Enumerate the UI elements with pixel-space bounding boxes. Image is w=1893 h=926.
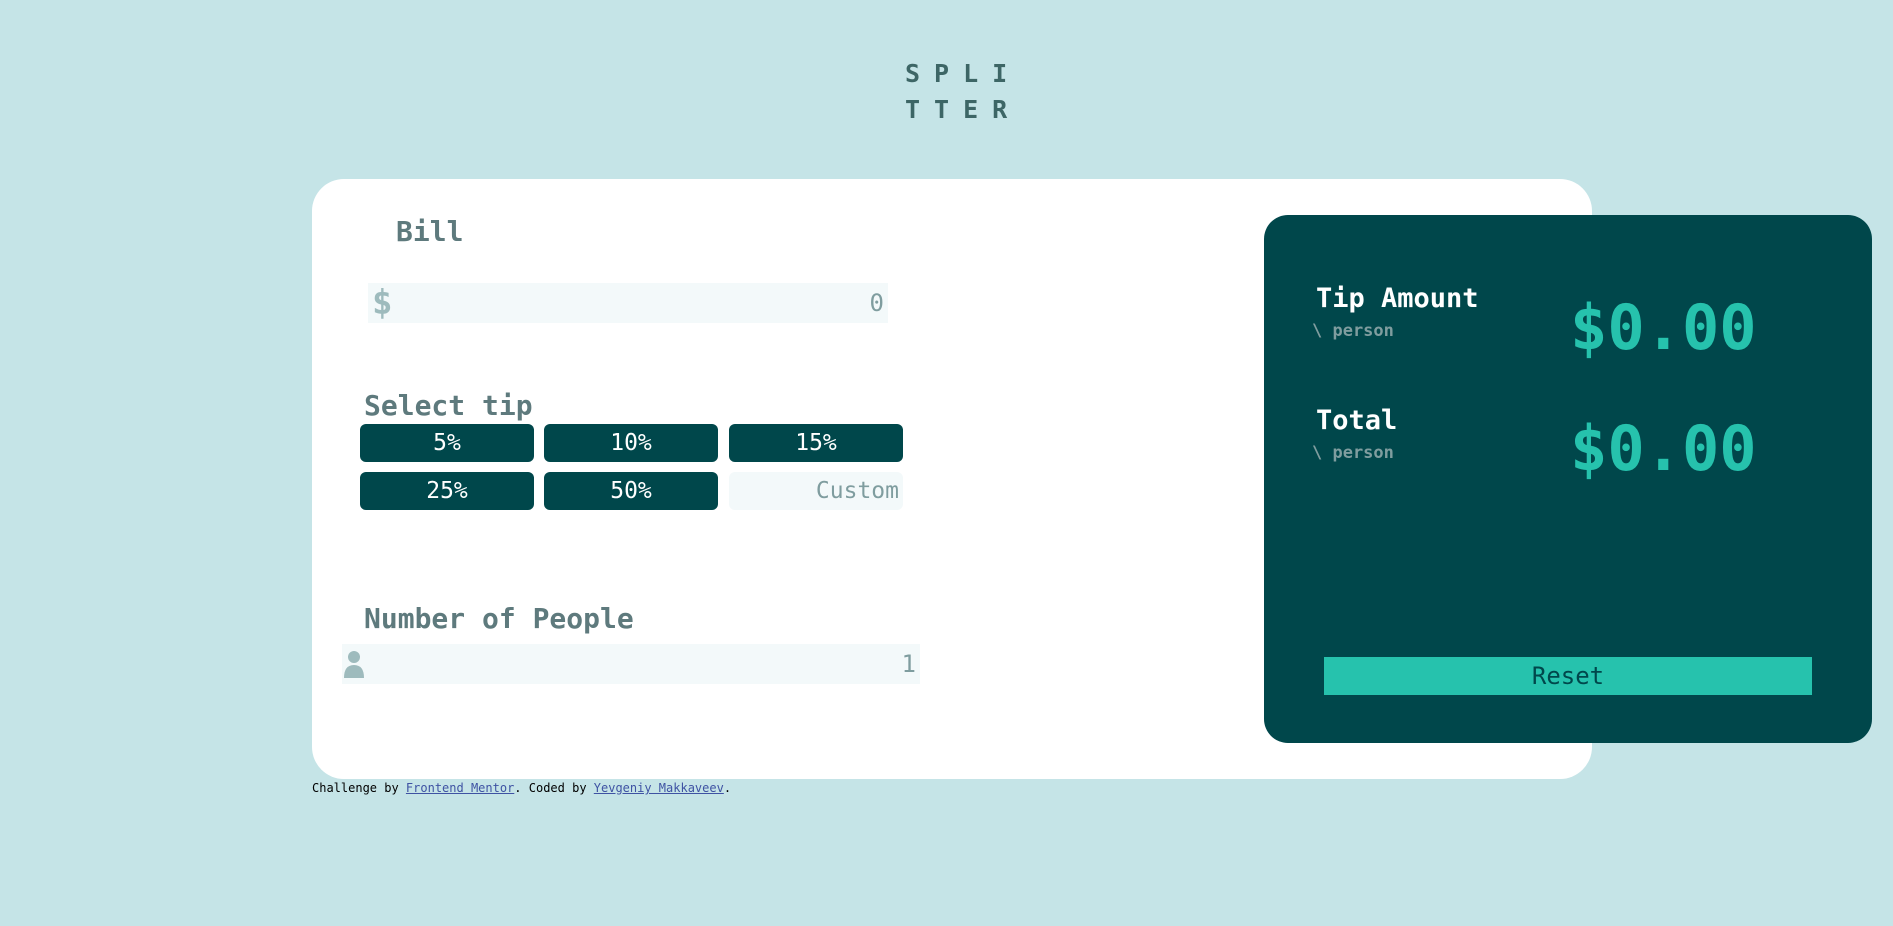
tip-amount-value: $0.00 [1570,291,1757,364]
result-panel: Tip Amount \ person $0.00 Total \ person… [1264,215,1872,743]
tip-button-15[interactable]: 15% [729,424,903,462]
attribution-suffix: . [723,781,732,795]
tip-button-50[interactable]: 50% [544,472,718,510]
tip-amount-title: Tip Amount [1316,283,1479,314]
custom-tip-input[interactable] [729,472,903,510]
attribution: Challenge by Frontend Mentor. Coded by Y… [312,781,731,795]
author-link[interactable]: Yevgeniy Makkaveev [594,781,724,795]
tip-button-25[interactable]: 25% [360,472,534,510]
tip-amount-per-person: \ person [1312,321,1394,341]
bill-input[interactable] [368,283,888,323]
logo-line-1: SPLI [905,59,1022,88]
logo-line-2: TTER [905,95,1022,124]
people-input[interactable] [342,644,920,684]
total-per-person: \ person [1312,443,1394,463]
attribution-prefix: Challenge by [312,781,406,795]
frontend-mentor-link[interactable]: Frontend Mentor [406,781,514,795]
people-field [342,644,920,684]
app-logo: SPLI TTER [905,56,1022,128]
reset-button[interactable]: Reset [1324,657,1812,695]
calculator-card: Bill $ Select tip 5% 10% 15% 25% 50% Num… [312,179,1872,779]
tip-button-5[interactable]: 5% [360,424,534,462]
bill-label: Bill [396,215,464,248]
total-title: Total [1316,405,1398,436]
total-value: $0.00 [1570,412,1757,485]
select-tip-label: Select tip [364,389,533,422]
bill-field: $ [368,283,888,323]
attribution-middle: . Coded by [514,781,594,795]
people-label: Number of People [364,602,634,635]
tip-button-10[interactable]: 10% [544,424,718,462]
